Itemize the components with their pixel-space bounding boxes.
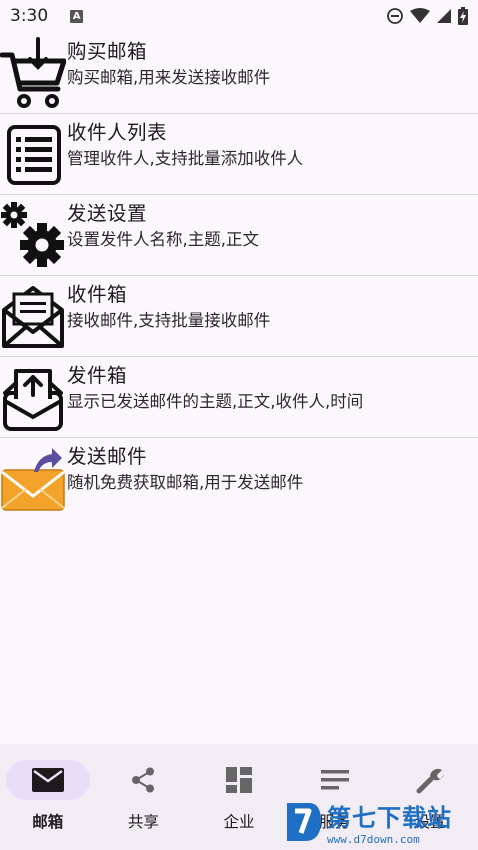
wifi-icon [410, 8, 430, 23]
dashboard-icon [225, 767, 252, 793]
list-item-desc: 显示已发送邮件的主题,正文,收件人,时间 [67, 392, 364, 411]
nav-icon-container [197, 760, 281, 800]
nav-item-share[interactable]: 共享 [96, 744, 192, 850]
signal-icon [437, 9, 451, 23]
nav-label: 邮箱 [32, 813, 64, 831]
watermark-url: www.d7down.com [327, 833, 420, 846]
nav-item-mailbox[interactable]: 邮箱 [0, 744, 96, 850]
list-item-title: 收件箱 [67, 283, 128, 306]
nav-icon-container [388, 760, 472, 800]
list-item-send-settings[interactable]: 发送设置 设置发件人名称,主题,正文 [0, 195, 478, 276]
list-item-recipients[interactable]: 收件人列表 管理收件人,支持批量添加收件人 [0, 114, 478, 195]
battery-icon [458, 7, 468, 25]
list-item-outbox[interactable]: 发件箱 显示已发送邮件的主题,正文,收件人,时间 [0, 357, 478, 438]
watermark-logo: 第七下载站 www.d7down.com [283, 798, 473, 846]
nav-active-indicator [5, 760, 90, 800]
nav-icon-container [293, 760, 377, 800]
nav-label: 企业 [223, 813, 255, 831]
list-item-desc: 随机免费获取邮箱,用于发送邮件 [67, 473, 304, 492]
notification-badge-icon: A [70, 9, 84, 23]
list-item-buy-mailbox[interactable]: 购买邮箱 购买邮箱,用来发送接收邮件 [0, 33, 478, 114]
do-not-disturb-icon [387, 8, 403, 24]
send-mail-icon [0, 442, 66, 514]
list-item-desc: 设置发件人名称,主题,正文 [67, 230, 259, 249]
open-envelope-icon [0, 280, 66, 352]
nav-icon-container [101, 760, 185, 800]
list-item-title: 发件箱 [67, 364, 128, 387]
list-item-title: 发送邮件 [67, 445, 148, 468]
feature-list: 购买邮箱 购买邮箱,用来发送接收邮件 收件人列表 管理收件人,支持批量添加收件人 [0, 33, 478, 519]
list-item-desc: 管理收件人,支持批量添加收件人 [67, 149, 304, 168]
gears-icon [0, 199, 66, 271]
shopping-cart-icon [0, 37, 66, 109]
list-item-desc: 购买邮箱,用来发送接收邮件 [67, 68, 271, 87]
list-item-title: 收件人列表 [67, 121, 168, 144]
wrench-icon [416, 768, 445, 794]
nav-label: 共享 [127, 813, 159, 831]
mail-icon [31, 768, 64, 792]
outbox-icon [0, 361, 66, 433]
list-item-desc: 接收邮件,支持批量接收邮件 [67, 311, 271, 330]
list-item-inbox[interactable]: 收件箱 接收邮件,支持批量接收邮件 [0, 276, 478, 357]
status-icons [386, 7, 468, 25]
status-time: 3:30 [10, 6, 49, 26]
nav-item-enterprise[interactable]: 企业 [191, 744, 287, 850]
watermark-name: 第七下载站 [327, 804, 452, 832]
list-item-title: 购买邮箱 [67, 40, 148, 63]
status-bar: 3:30 A [0, 0, 478, 32]
list-item-title: 发送设置 [67, 202, 148, 225]
d7-logo-icon [287, 803, 321, 841]
list-icon [0, 118, 66, 190]
share-icon [132, 767, 155, 793]
list-item-send-mail[interactable]: 发送邮件 随机免费获取邮箱,用于发送邮件 [0, 438, 478, 519]
lines-icon [320, 770, 349, 790]
